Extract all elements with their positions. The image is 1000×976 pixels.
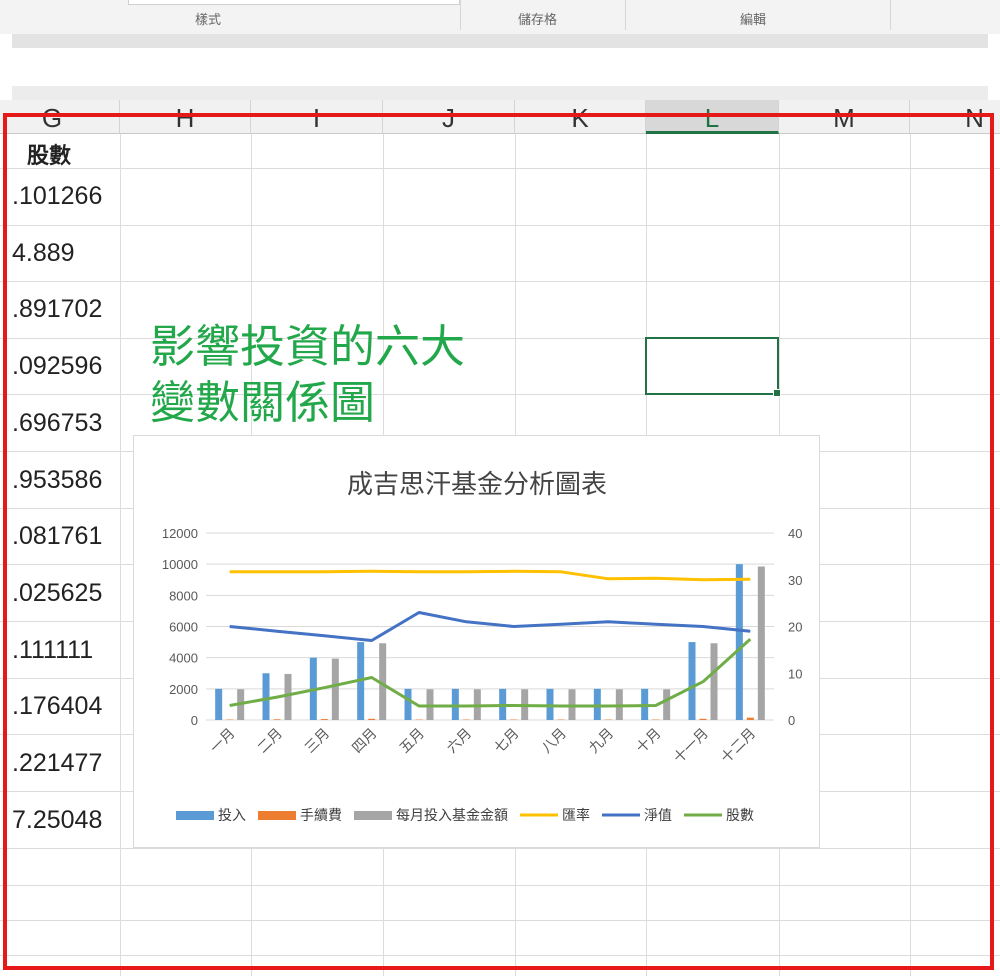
bar-投入 (404, 688, 412, 720)
column-header-h[interactable]: H (120, 100, 251, 134)
bar-手續費 (746, 717, 754, 720)
column-header-m[interactable]: M (779, 100, 910, 134)
row-gridline (0, 885, 1000, 886)
row-gridline (0, 281, 1000, 282)
y-left-tick-label: 10000 (162, 557, 198, 572)
x-tick-label: 十月 (633, 726, 664, 757)
active-cell[interactable] (645, 337, 781, 397)
x-tick-label: 二月 (255, 726, 286, 757)
legend-swatch-投入 (176, 811, 214, 820)
ribbon-separator (890, 0, 891, 30)
column-header-l[interactable]: L (646, 100, 779, 134)
bar-手續費 (699, 718, 707, 720)
y-left-tick-label: 8000 (169, 588, 198, 603)
x-tick-label: 七月 (491, 726, 522, 757)
bar-投入 (593, 688, 601, 720)
y-left-tick-label: 0 (191, 713, 198, 728)
ribbon-separator (460, 0, 461, 30)
legend-label-每月投入基金金額: 每月投入基金金額 (396, 807, 508, 824)
row-gridline (0, 225, 1000, 226)
bar-投入 (215, 688, 223, 720)
cell-g-value[interactable]: .696753 (12, 409, 112, 438)
chart-title: 成吉思汗基金分析圖表 (347, 470, 607, 500)
bar-手續費 (320, 719, 328, 720)
bar-每月投入基金金額 (331, 658, 339, 720)
bar-每月投入基金金額 (663, 689, 671, 720)
cell-g-header[interactable]: 股數 (27, 138, 127, 170)
ribbon-group-editing: 編輯 (740, 13, 767, 28)
cell-g-value[interactable]: .092596 (12, 352, 112, 381)
legend-swatch-手續費 (258, 811, 296, 820)
column-header-j[interactable]: J (383, 100, 515, 134)
cell-g-value[interactable]: .025625 (12, 579, 112, 608)
cell-g-value[interactable]: .111111 (12, 636, 112, 665)
bar-每月投入基金金額 (757, 566, 765, 720)
bar-投入 (688, 642, 696, 720)
cell-g-value[interactable]: 4.889 (12, 239, 112, 268)
y-right-tick-label: 0 (788, 713, 795, 728)
y-right-tick-label: 40 (788, 526, 802, 541)
cell-g-value[interactable]: .221477 (12, 749, 112, 778)
x-tick-label: 四月 (349, 726, 380, 757)
ribbon-bottom-border (12, 34, 988, 48)
line-股數 (229, 637, 752, 708)
y-left-tick-label: 4000 (169, 651, 198, 666)
formula-bar[interactable] (12, 48, 988, 86)
legend-label-淨值: 淨值 (644, 808, 672, 824)
y-left-tick-label: 2000 (169, 682, 198, 697)
legend-label-手續費: 手續費 (300, 808, 342, 824)
bar-每月投入基金金額 (284, 673, 292, 720)
legend-swatch-每月投入基金金額 (354, 811, 392, 820)
ribbon: 樣式 儲存格 編輯 (0, 0, 1000, 34)
ribbon-group-styles: 樣式 (195, 13, 222, 28)
column-header-k[interactable]: K (515, 100, 646, 134)
chart-svg: 成吉思汗基金分析圖表 0 2000 4000 6000 8000 10000 12000 0 10… (162, 470, 803, 824)
row-gridline (0, 920, 1000, 921)
cell-g-value[interactable]: .176404 (12, 692, 112, 721)
style-gallery-edge (128, 0, 460, 5)
x-tick-label: 三月 (302, 726, 333, 757)
ribbon-group-cells: 儲存格 (518, 13, 558, 28)
x-tick-label: 一月 (207, 726, 238, 757)
chart[interactable]: 成吉思汗基金分析圖表 0 2000 4000 6000 8000 10000 12000 0 10… (133, 435, 820, 848)
x-tick-label: 八月 (539, 726, 570, 757)
y-left-tick-label: 12000 (162, 526, 198, 541)
x-tick-label: 十二月 (718, 726, 759, 767)
column-gridline (120, 134, 121, 976)
cell-g-value[interactable]: .101266 (12, 182, 112, 211)
legend-label-投入: 投入 (218, 808, 246, 824)
cell-g-value[interactable]: 7.25048 (12, 806, 112, 835)
bar-投入 (262, 673, 270, 720)
x-tick-label: 十一月 (671, 726, 712, 767)
column-gridline (910, 134, 911, 976)
y-right-tick-label: 20 (788, 620, 802, 635)
bar-手續費 (368, 718, 376, 720)
sheet-title-line-2: 變數關係圖 (150, 376, 376, 429)
row-gridline (0, 168, 1000, 169)
ribbon-separator (625, 0, 626, 30)
bar-投入 (451, 688, 459, 720)
column-header-i[interactable]: I (251, 100, 383, 134)
x-tick-label: 九月 (586, 726, 617, 757)
cell-g-value[interactable]: .081761 (12, 522, 112, 551)
y-right-tick-label: 30 (788, 573, 802, 588)
legend-label-匯率: 匯率 (562, 807, 590, 824)
column-header-g[interactable]: G (0, 100, 120, 134)
x-tick-label: 六月 (444, 726, 475, 757)
bar-手續費 (273, 719, 281, 720)
legend-label-股數: 股數 (726, 808, 754, 824)
y-right-tick-label: 10 (788, 666, 802, 681)
fill-handle[interactable] (773, 389, 781, 397)
cell-g-value[interactable]: .953586 (12, 466, 112, 495)
x-tick-label: 五月 (397, 726, 428, 757)
line-匯率 (229, 569, 751, 582)
column-header-n[interactable]: N (910, 100, 1000, 134)
bar-投入 (735, 564, 743, 720)
cell-g-value[interactable]: .891702 (12, 295, 112, 324)
row-gridline (0, 955, 1000, 956)
y-left-tick-label: 6000 (169, 620, 198, 635)
sheet-top-border (12, 86, 988, 100)
bar-每月投入基金金額 (710, 643, 718, 720)
